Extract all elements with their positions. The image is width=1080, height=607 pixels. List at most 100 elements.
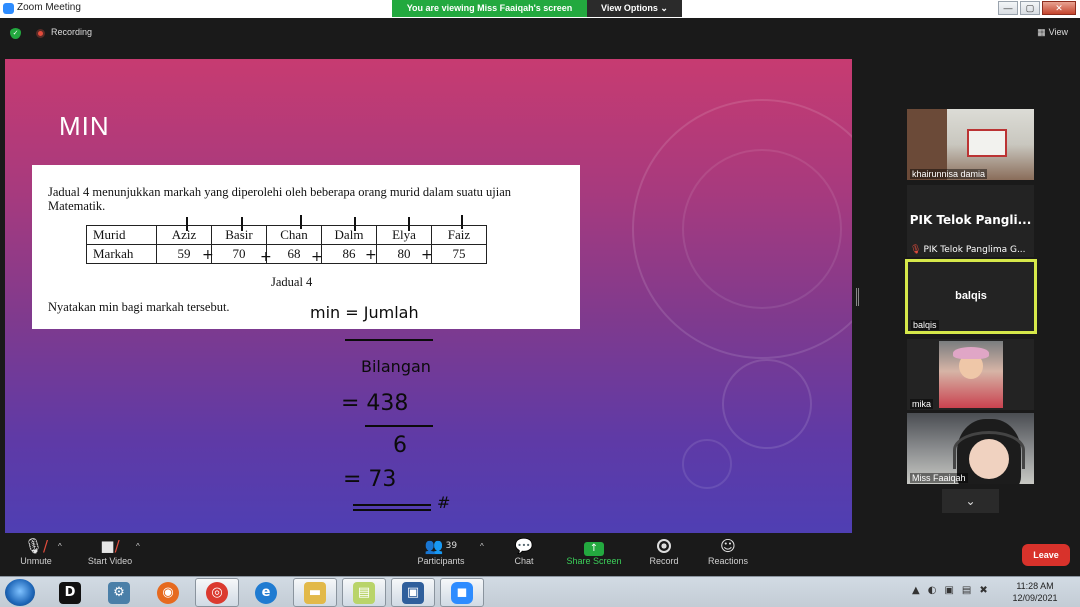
annotation-plus: + [202, 247, 214, 263]
annotation-plus: + [421, 247, 433, 263]
taskbar-app-display[interactable]: ▣ [391, 578, 435, 607]
taskbar-app-chrome[interactable]: ◎ [195, 578, 239, 607]
volume-icon[interactable]: ◐ [928, 585, 937, 596]
fraction-line [365, 425, 433, 427]
mic-icon: 🎙 [23, 537, 43, 555]
table-row: Murid Aziz Basir Chan Dalm Elya Faiz [86, 225, 487, 245]
participants-button[interactable]: 👥 39 Participants [412, 534, 470, 566]
network-icon[interactable]: ▤ [962, 585, 971, 596]
answer-underline [353, 504, 431, 506]
flag-icon[interactable]: ▣ [944, 585, 953, 596]
slide-decoration [682, 149, 842, 309]
taskbar-app-explorer[interactable]: ▬ [293, 578, 337, 607]
video-tile[interactable]: khairunnisa damia [907, 109, 1034, 180]
question-text: Jadual 4 menunjukkan markah yang diperol… [48, 185, 512, 213]
video-tile[interactable]: Miss Faaiqah [907, 413, 1034, 484]
video-tile[interactable]: mika [907, 339, 1034, 410]
handwriting-denominator: Bilangan [361, 357, 431, 376]
zoom-icon [3, 3, 14, 14]
chat-button[interactable]: 💬 Chat [506, 534, 542, 566]
participants-icon: 👥 39 [412, 534, 470, 556]
participants-caret-icon[interactable]: ^ [480, 542, 484, 551]
view-button[interactable]: ▦ View [1037, 27, 1068, 38]
folder-icon: ▬ [304, 581, 326, 604]
grid-view-icon: ▦ [1037, 27, 1046, 37]
encryption-shield-icon[interactable]: ✓ [10, 28, 21, 39]
record-icon [657, 539, 671, 553]
shared-screen: MIN Jadual 4 menunjukkan markah yang dip… [5, 59, 852, 533]
answer-underline [353, 509, 431, 511]
unmute-label: Unmute [20, 556, 52, 566]
leave-button[interactable]: Leave [1022, 544, 1070, 566]
video-options-caret-icon[interactable]: ^ [136, 542, 140, 551]
chevron-down-icon[interactable]: ⌄ [942, 489, 999, 513]
participant-hat [953, 347, 989, 359]
system-clock[interactable]: 11:28 AM 12/09/2021 [1006, 580, 1064, 604]
clock-time: 11:28 AM [1016, 581, 1054, 591]
minimize-button[interactable]: — [998, 1, 1018, 15]
participant-name: khairunnisa damia [910, 169, 988, 179]
window-controls: — ▢ ✕ [998, 1, 1076, 15]
view-options-button[interactable]: View Options ⌄ [587, 0, 682, 17]
share-screen-button[interactable]: ↑ Share Screen [564, 534, 624, 566]
annotation-plus: + [311, 249, 323, 265]
os-taskbar: D ⚙ ◉ ◎ e ▬ ▤ ▣ ◼ ▲ ◐ ▣ ▤ ✖ 11:28 AM 12/… [0, 576, 1080, 607]
reactions-button[interactable]: ☺ Reactions [704, 534, 752, 566]
slide-decoration [722, 359, 812, 449]
video-background [967, 129, 1007, 157]
taskbar-app-d[interactable]: D [48, 578, 92, 607]
participants-glyph: 👥 [424, 537, 444, 555]
headset-icon [953, 431, 1025, 469]
panel-resize-handle[interactable] [856, 288, 859, 306]
start-video-label: Start Video [87, 556, 133, 566]
participant-name: PIK Telok Panglima G... [923, 245, 1026, 255]
app-d-icon: D [59, 581, 81, 604]
start-video-button[interactable]: ■/ Start Video [82, 534, 138, 566]
meeting-toolbar: 🎙/ Unmute ^ ■/ Start Video ^ 👥 39 Partici… [0, 534, 1080, 576]
participant-display-name: PIK Telok Pangli... [909, 213, 1032, 227]
video-tile[interactable]: PIK Telok Pangli... 🎙 PIK Telok Panglima … [907, 185, 1034, 257]
taskbar-app-settings[interactable]: ⚙ [97, 578, 141, 607]
mic-muted-icon: 🎙/ [23, 537, 49, 555]
participant-video [939, 341, 1003, 408]
participants-count: 39 [445, 541, 458, 551]
active-speaker-tile[interactable]: balqis balqis [905, 259, 1037, 334]
participant-display-name: balqis [955, 290, 987, 302]
share-screen-label: Share Screen [566, 556, 622, 566]
view-options-caret-icon: ⌄ [660, 3, 668, 13]
annotation-tick [241, 217, 243, 231]
slide-decoration [682, 439, 732, 489]
annotation-tick [186, 217, 188, 231]
power-icon[interactable]: ✖ [979, 585, 987, 596]
title-bar: Zoom Meeting You are viewing Miss Faaiqa… [0, 0, 1080, 18]
record-button[interactable]: Record [644, 534, 684, 566]
table-cell: 75 [431, 244, 487, 264]
table-cell: Elya [376, 225, 432, 245]
table-row-label: Murid [86, 225, 157, 245]
handwriting-divisor: 6 [393, 433, 407, 458]
taskbar-app-ie[interactable]: e [244, 578, 288, 607]
table-cell: Aziz [156, 225, 212, 245]
audio-options-caret-icon[interactable]: ^ [58, 542, 62, 551]
clock-date: 12/09/2021 [1012, 593, 1058, 603]
handwriting-result: = 73 [343, 467, 397, 492]
zoom-window: Zoom Meeting You are viewing Miss Faaiqa… [0, 0, 1080, 607]
taskbar-app-firefox[interactable]: ◉ [146, 578, 190, 607]
annotation-tick [354, 217, 356, 231]
close-button[interactable]: ✕ [1042, 1, 1076, 15]
question-paper: Jadual 4 menunjukkan markah yang diperol… [32, 165, 580, 329]
table-row-label: Markah [86, 244, 157, 264]
handwriting-hash: # [437, 493, 451, 512]
mic-muted-icon: 🎙 [910, 245, 922, 255]
taskbar-app-zoom[interactable]: ◼ [440, 578, 484, 607]
table-caption: Jadual 4 [271, 275, 313, 289]
start-button[interactable] [5, 579, 35, 606]
taskbar-app-notes[interactable]: ▤ [342, 578, 386, 607]
internet-explorer-icon: e [255, 581, 277, 604]
chat-icon: 💬 [514, 537, 534, 555]
video-off-icon: ■/ [100, 537, 120, 555]
tray-expand-icon[interactable]: ▲ [912, 585, 920, 596]
record-label: Record [649, 556, 679, 566]
maximize-button[interactable]: ▢ [1020, 1, 1040, 15]
unmute-button[interactable]: 🎙/ Unmute [14, 534, 58, 566]
